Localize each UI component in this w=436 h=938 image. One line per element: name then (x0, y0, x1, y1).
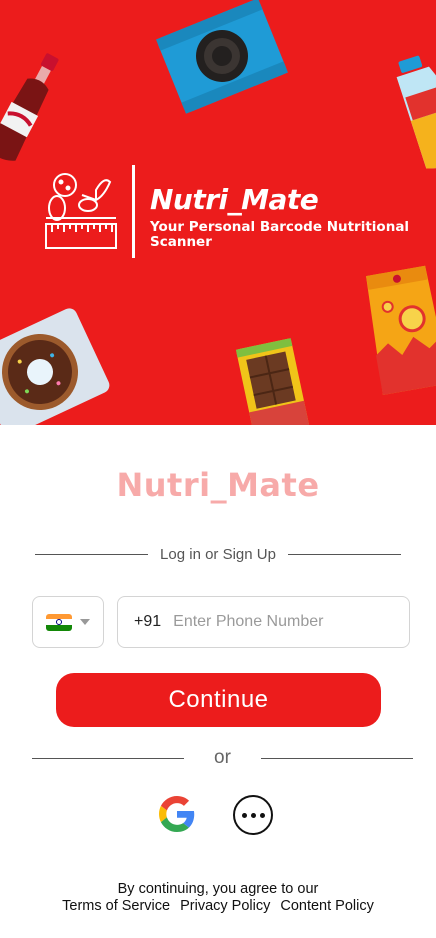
google-icon (159, 796, 195, 832)
terms-link[interactable]: Terms of Service (62, 898, 170, 915)
continue-button[interactable]: Continue (56, 673, 381, 727)
hero-banner: Nutri_Mate Your Personal Barcode Nutriti… (0, 0, 436, 425)
brand-name: Nutri_Mate (116, 466, 320, 504)
or-divider: or (32, 746, 413, 770)
content-policy-link[interactable]: Content Policy (280, 898, 374, 915)
or-label: or (214, 747, 231, 768)
logo-divider (132, 165, 135, 258)
dot (250, 812, 256, 818)
google-login-button[interactable] (159, 796, 195, 832)
login-divider: Log in or Sign Up (35, 544, 401, 564)
hero-title: Nutri_Mate (150, 183, 319, 216)
legal-notice: By continuing, you agree to our Terms of… (0, 881, 436, 915)
juice-bottle-icon (396, 55, 436, 169)
phone-input[interactable] (171, 612, 409, 632)
india-flag-icon (46, 613, 72, 631)
dial-code: +91 (134, 613, 162, 630)
country-code-selector[interactable] (32, 596, 104, 648)
divider-line (287, 553, 401, 555)
donut-pack-icon (0, 308, 110, 425)
dot (259, 812, 265, 818)
phone-number-field[interactable]: +91 (117, 596, 410, 648)
divider-line (32, 757, 185, 759)
snack-bag-icon (366, 265, 436, 395)
dot (241, 812, 247, 818)
legal-links: Terms of Service Privacy Policy Content … (0, 898, 436, 915)
divider-line (35, 553, 149, 555)
hero-subtitle: Your Personal Barcode Nutritional Scanne… (150, 219, 410, 250)
chocolate-bar-icon (235, 338, 310, 425)
legal-intro: By continuing, you agree to our (117, 881, 319, 897)
food-scale-logo-icon (45, 173, 117, 249)
divider-line (260, 757, 413, 759)
more-login-options-button[interactable] (233, 795, 273, 835)
login-signup-label: Log in or Sign Up (160, 545, 276, 563)
chevron-down-icon (80, 619, 90, 625)
soda-bottle-icon (0, 53, 59, 161)
cookie-pack-icon (156, 0, 288, 114)
privacy-link[interactable]: Privacy Policy (180, 898, 270, 915)
